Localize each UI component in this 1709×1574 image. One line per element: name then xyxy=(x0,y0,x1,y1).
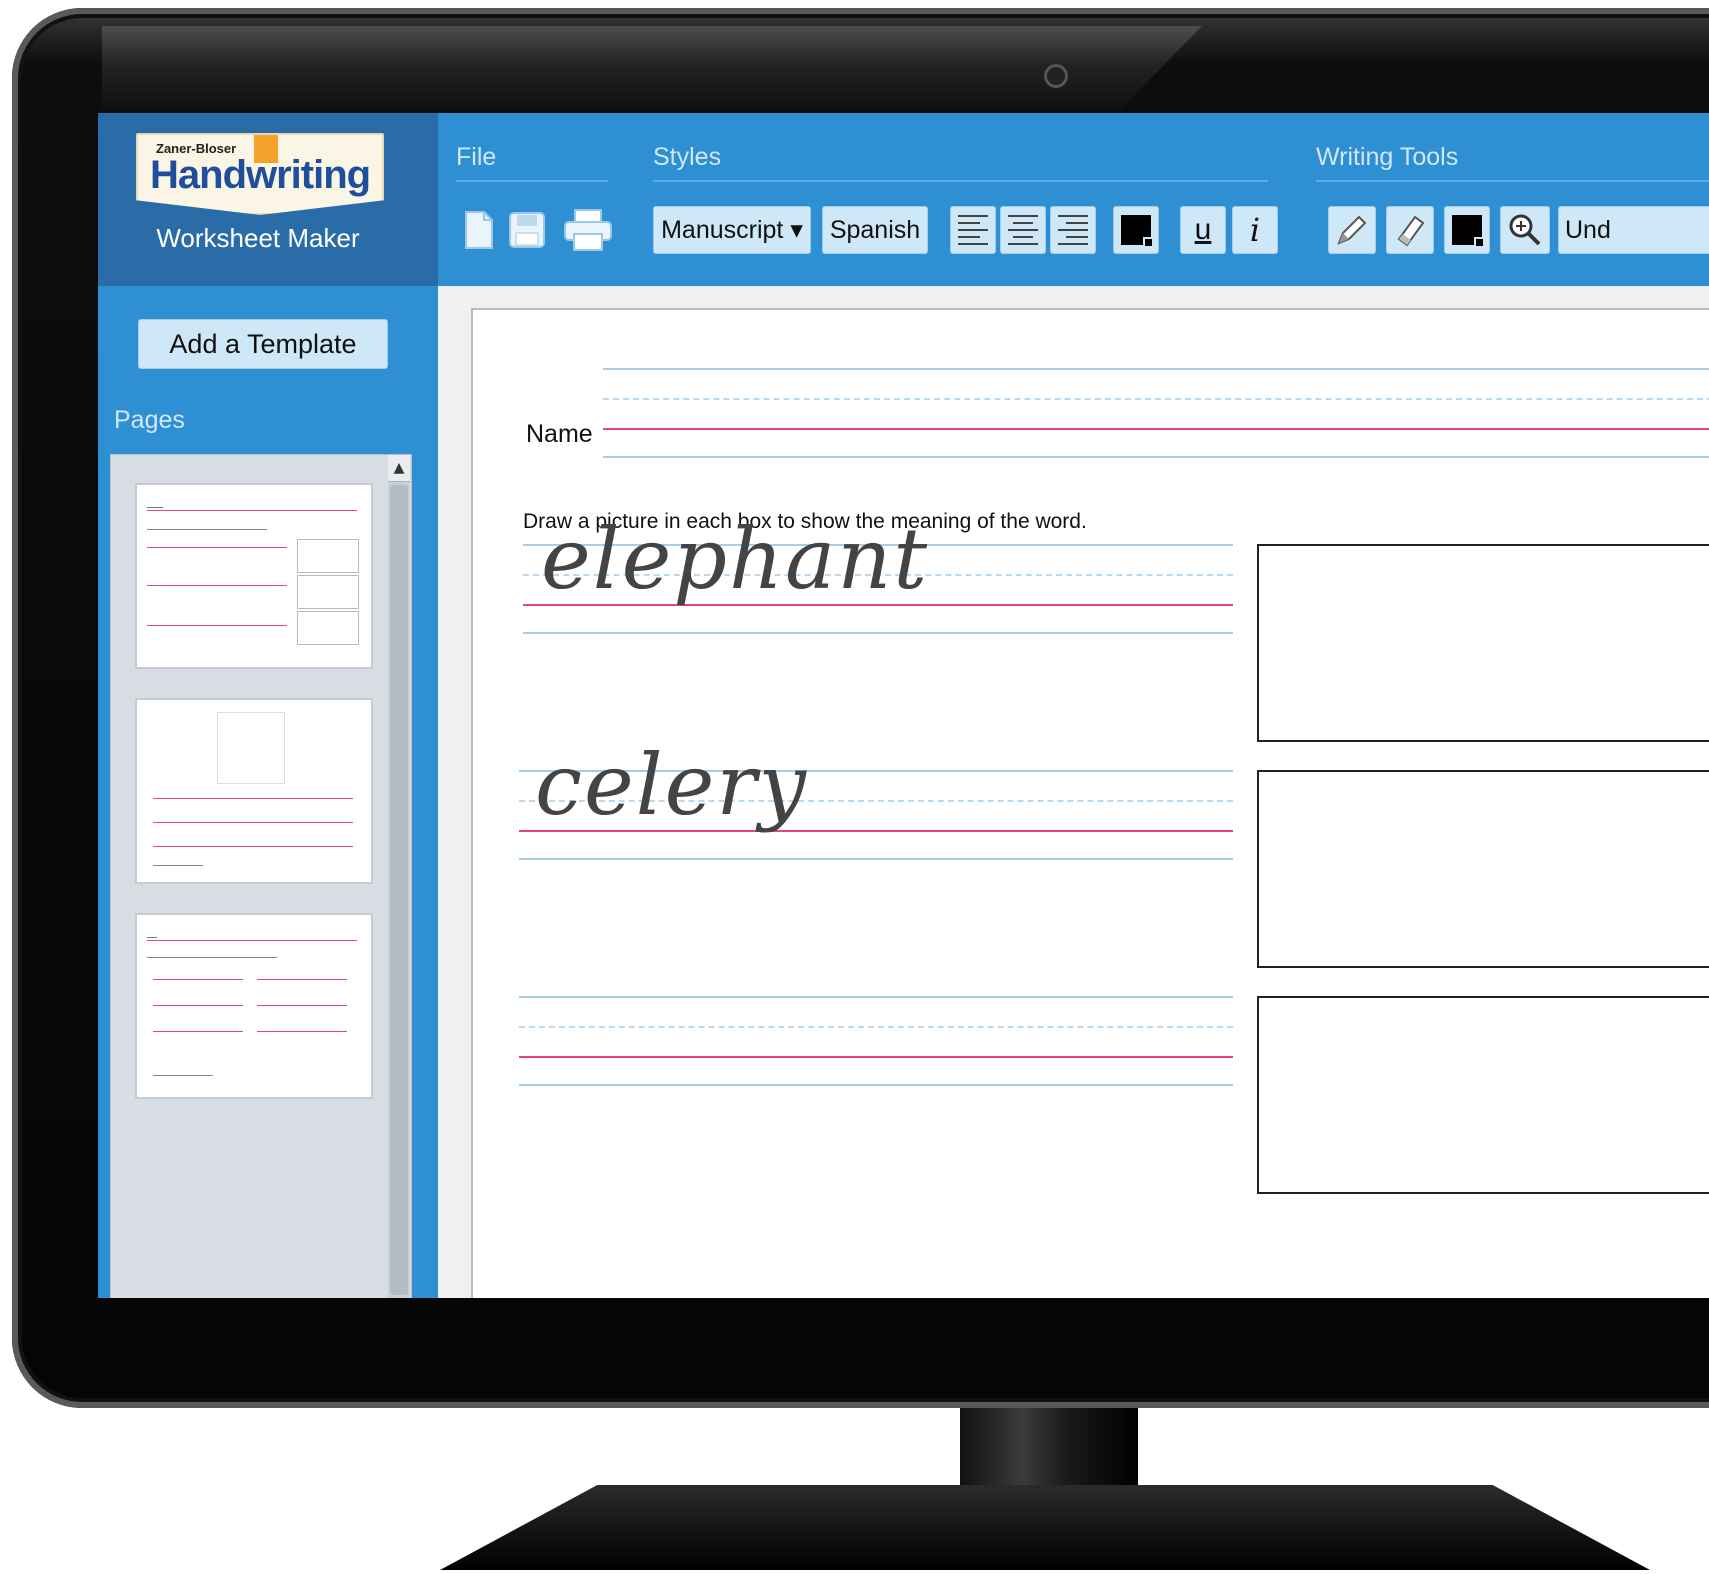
print-icon xyxy=(564,209,612,251)
bezel-reflection xyxy=(102,26,1202,116)
scroll-up-arrow-icon[interactable]: ▲ xyxy=(388,455,410,482)
webcam-icon xyxy=(1044,64,1068,88)
pencil-icon xyxy=(1337,215,1367,245)
zoom-button[interactable] xyxy=(1500,206,1550,254)
name-baseline[interactable] xyxy=(603,428,1709,430)
thumb-line xyxy=(153,865,203,866)
brand-panel: Zaner-Bloser Handwriting Worksheet Maker xyxy=(98,113,438,286)
zoom-icon xyxy=(1509,214,1541,246)
picture-box-3[interactable] xyxy=(1257,996,1709,1194)
eraser-icon xyxy=(1397,215,1425,247)
worksheet-workspace: Name Draw a picture in each box to show … xyxy=(438,286,1709,1298)
align-left-icon xyxy=(958,215,988,245)
thumb-line xyxy=(153,798,353,799)
picture-box-2[interactable] xyxy=(1257,770,1709,968)
pages-panel: ▲ xyxy=(110,454,412,1298)
eraser-button[interactable] xyxy=(1386,206,1434,254)
pencil-button[interactable] xyxy=(1328,206,1376,254)
thumb-line xyxy=(257,1005,347,1006)
thumb-line xyxy=(147,940,357,941)
italic-button[interactable]: i xyxy=(1232,206,1278,254)
row3-guide-bottom xyxy=(519,1084,1233,1086)
thumb-box xyxy=(297,575,359,609)
print-button[interactable] xyxy=(558,203,618,257)
align-center-button[interactable] xyxy=(1000,206,1046,254)
sidebar: Add a Template Pages ▲ xyxy=(98,286,438,1298)
page-thumbnail-2[interactable] xyxy=(137,700,371,882)
thumb-line xyxy=(147,937,157,938)
row3-guide-top xyxy=(519,996,1233,998)
thumb-line xyxy=(147,510,357,511)
row1-guide-bottom xyxy=(523,632,1233,634)
row3-guide-mid xyxy=(519,1026,1233,1028)
thumb-line xyxy=(153,1031,243,1032)
pages-label: Pages xyxy=(114,406,185,434)
pages-scrollbar[interactable]: ▲ xyxy=(388,455,410,1298)
thumb-line xyxy=(153,1005,243,1006)
align-right-button[interactable] xyxy=(1050,206,1096,254)
thumb-line xyxy=(257,1031,347,1032)
name-guide-bottom xyxy=(603,456,1709,458)
thumb-line xyxy=(147,507,163,508)
app-subtitle: Worksheet Maker xyxy=(156,223,360,253)
row2-guide-bottom xyxy=(519,858,1233,860)
monitor-stand-base xyxy=(440,1485,1650,1570)
app-screen: Zaner-Bloser Handwriting Worksheet Maker… xyxy=(98,113,1709,1298)
thumb-line xyxy=(147,957,277,958)
thumb-line xyxy=(153,1075,213,1076)
new-page-button[interactable] xyxy=(456,203,502,257)
thumb-line xyxy=(147,547,287,548)
new-page-icon xyxy=(465,211,493,249)
file-divider xyxy=(456,180,608,182)
writing-tools-divider xyxy=(1316,180,1709,182)
row3-baseline[interactable] xyxy=(519,1056,1233,1058)
page-thumbnail-3[interactable] xyxy=(137,915,371,1097)
pen-color-button[interactable] xyxy=(1444,206,1490,254)
writing-tools-section-label: Writing Tools xyxy=(1316,143,1459,171)
word-celery[interactable]: celery xyxy=(535,736,808,834)
thumb-line xyxy=(257,979,347,980)
word-elephant[interactable]: elephant xyxy=(541,510,929,608)
handwriting-logo: Zaner-Bloser Handwriting xyxy=(136,133,384,215)
picture-box-1[interactable] xyxy=(1257,544,1709,742)
underline-button[interactable]: u xyxy=(1180,206,1226,254)
thumb-line xyxy=(153,979,243,980)
thumb-line xyxy=(153,846,353,847)
logo-brand-name: Handwriting xyxy=(150,153,371,197)
thumb-line xyxy=(153,822,353,823)
style-select[interactable]: Manuscript ▾ xyxy=(653,206,811,254)
save-button[interactable] xyxy=(504,203,550,257)
save-icon xyxy=(509,212,545,248)
name-guide-top xyxy=(603,368,1709,370)
add-template-button[interactable]: Add a Template xyxy=(138,319,388,369)
spanish-button[interactable]: Spanish xyxy=(822,206,928,254)
thumb-box xyxy=(217,712,285,784)
align-left-button[interactable] xyxy=(950,206,996,254)
thumb-box xyxy=(297,539,359,573)
styles-section-label: Styles xyxy=(653,143,722,171)
styles-divider xyxy=(653,180,1268,182)
truncated-toolbar-button[interactable]: Und xyxy=(1558,206,1709,254)
scroll-thumb[interactable] xyxy=(390,485,408,1295)
page-thumbnail-1[interactable] xyxy=(137,485,371,667)
text-color-button[interactable] xyxy=(1113,206,1159,254)
thumb-line xyxy=(147,529,267,530)
text-color-icon xyxy=(1121,215,1154,248)
pen-color-icon xyxy=(1452,215,1485,248)
name-guide-mid xyxy=(603,398,1709,400)
file-section-label: File xyxy=(456,143,497,171)
toolbar: File Styles Writing Tools Manuscript ▾ S… xyxy=(438,113,1709,286)
thumb-line xyxy=(147,625,287,626)
thumb-line xyxy=(147,585,287,586)
align-right-icon xyxy=(1058,215,1088,245)
align-center-icon xyxy=(1008,215,1038,245)
name-label: Name xyxy=(526,420,593,448)
worksheet-page: Name Draw a picture in each box to show … xyxy=(471,308,1709,1298)
thumb-box xyxy=(297,611,359,645)
